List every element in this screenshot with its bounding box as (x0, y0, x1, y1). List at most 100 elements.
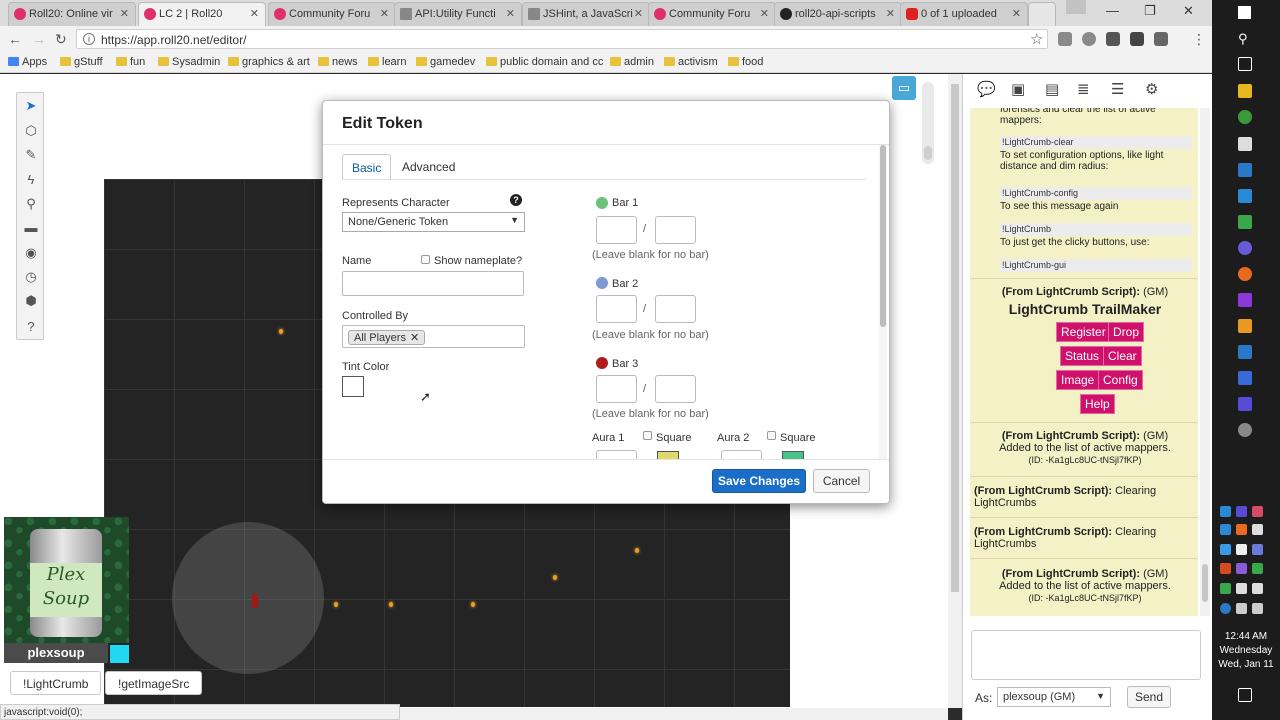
bookmark-apps[interactable]: Apps (8, 56, 47, 68)
player-token[interactable] (252, 594, 258, 608)
bookmark-folder[interactable]: food (728, 56, 763, 68)
s-extension-icon[interactable] (1130, 32, 1144, 46)
chat-input[interactable] (971, 630, 1201, 680)
speak-as-select[interactable]: plexsoup (GM) ▼ (997, 687, 1111, 707)
light-crumb[interactable] (334, 602, 338, 607)
select-pointer-icon[interactable]: ➤ (22, 97, 40, 115)
controlled-by-chip[interactable]: All Players ✕ (348, 330, 426, 345)
bookmark-folder[interactable]: activism (664, 56, 718, 68)
browser-tab[interactable]: Community Foru ✕ (648, 2, 776, 26)
zoom-slider-thumb[interactable] (924, 146, 932, 160)
bar1-color-dot[interactable] (596, 197, 608, 209)
jukebox-list-icon[interactable]: ☰ (1111, 80, 1124, 98)
zoom-slider[interactable] (922, 82, 934, 164)
action-center-icon[interactable] (1238, 688, 1252, 702)
bar1-value-input[interactable] (596, 216, 637, 244)
bookmark-star-icon[interactable]: ☆ (1030, 30, 1043, 48)
tray-icon[interactable] (1236, 506, 1247, 517)
profile-icon[interactable] (1066, 0, 1086, 14)
system-clock[interactable]: 12:44 AM Wednesday Wed, Jan 11 (1212, 630, 1280, 672)
controlled-by-input[interactable]: All Players ✕ (342, 325, 525, 348)
close-icon[interactable]: ✕ (886, 7, 895, 20)
help-icon[interactable]: ? (510, 194, 522, 206)
draw-brush-icon[interactable]: ✎ (22, 146, 40, 164)
close-icon[interactable]: ✕ (760, 7, 769, 20)
menu-icon[interactable]: ⋮ (1192, 31, 1206, 48)
app-icon[interactable] (1238, 189, 1252, 203)
app-icon[interactable] (1238, 345, 1252, 359)
bar2-value-input[interactable] (596, 295, 637, 323)
zoom-icon[interactable]: ⚲ (22, 195, 40, 213)
browser-tab[interactable]: API:Utility Functi ✕ (394, 2, 522, 26)
chrome-icon[interactable] (1238, 110, 1252, 124)
light-crumb[interactable] (389, 602, 393, 607)
browser-tab[interactable]: roll20-api-scripts ✕ (774, 2, 902, 26)
tray-icon[interactable] (1252, 524, 1263, 535)
file-explorer-icon[interactable] (1238, 84, 1252, 98)
scrollbar-thumb[interactable] (951, 84, 959, 592)
app-icon[interactable] (1238, 423, 1252, 437)
macro-button-lightcrumb[interactable]: !LightCrumb (10, 671, 102, 695)
image-button[interactable]: Image (1056, 370, 1100, 390)
extension-icon[interactable] (1058, 32, 1072, 46)
onedrive-icon[interactable] (1220, 544, 1231, 555)
bookmark-folder[interactable]: gStuff (60, 56, 103, 68)
shield-extension-icon[interactable] (1106, 32, 1120, 46)
discord-icon[interactable] (1252, 544, 1263, 555)
macro-button-getimagesrc[interactable]: !getImageSrc (105, 671, 203, 695)
chat-icon[interactable]: 💬 (977, 80, 996, 98)
volume-icon[interactable] (1252, 603, 1263, 614)
app-icon[interactable] (1238, 319, 1252, 333)
close-icon[interactable]: ✕ (250, 7, 259, 20)
tray-icon[interactable] (1252, 506, 1263, 517)
bar2-max-input[interactable] (655, 295, 696, 323)
aura1-square-checkbox[interactable] (643, 431, 652, 440)
bookmark-folder[interactable]: news (318, 56, 358, 68)
tray-icon[interactable] (1220, 524, 1231, 535)
close-icon[interactable]: ✕ (1012, 7, 1021, 20)
aura2-radius-input[interactable] (721, 450, 762, 459)
drop-button[interactable]: Drop (1108, 322, 1145, 342)
bookmark-folder[interactable]: Sysadmin (158, 56, 220, 68)
search-icon[interactable]: ⚲ (1238, 32, 1252, 46)
bookmark-folder[interactable]: admin (610, 56, 654, 68)
restore-icon[interactable]: ❐ (1144, 3, 1156, 19)
register-button[interactable]: Register (1056, 322, 1111, 342)
address-bar[interactable]: i https://app.roll20.net/editor/ (76, 29, 1048, 49)
settings-gear-icon[interactable]: ⚙ (1145, 80, 1158, 98)
page-toolbar-icon[interactable]: ▭ (892, 76, 916, 100)
bookmark-folder[interactable]: public domain and cc (486, 56, 603, 68)
close-icon[interactable]: ✕ (120, 7, 129, 20)
help-icon[interactable]: ? (22, 318, 40, 336)
tray-icon[interactable] (1252, 563, 1263, 574)
fx-lightning-icon[interactable]: ϟ (22, 171, 40, 189)
tray-icon[interactable] (1220, 603, 1231, 614)
journal-icon[interactable]: ▤ (1045, 80, 1059, 98)
browser-tab[interactable]: Roll20: Online vir ✕ (8, 2, 136, 26)
app-icon[interactable] (1238, 163, 1252, 177)
represents-select[interactable]: None/Generic Token ▼ (342, 212, 525, 232)
bookmark-folder[interactable]: graphics & art (228, 56, 310, 68)
clear-button[interactable]: Clear (1103, 346, 1142, 366)
dice-icon[interactable]: ⬢ (22, 292, 40, 310)
config-button[interactable]: Config (1098, 370, 1143, 390)
fog-eye-icon[interactable]: ◉ (22, 244, 40, 262)
send-button[interactable]: Send (1127, 686, 1171, 708)
light-crumb[interactable] (279, 329, 283, 334)
calculator-icon[interactable] (1238, 137, 1252, 151)
art-library-icon[interactable]: ▣ (1011, 80, 1025, 98)
tray-icon[interactable] (1236, 563, 1247, 574)
reload-icon[interactable]: ↻ (55, 31, 67, 48)
cloud-extension-icon[interactable] (1082, 32, 1096, 46)
app-icon[interactable] (1238, 293, 1252, 307)
app-icon[interactable] (1238, 215, 1252, 229)
status-button[interactable]: Status (1060, 346, 1105, 366)
tint-color-swatch[interactable] (342, 376, 364, 397)
network-icon[interactable] (1236, 583, 1247, 594)
scrollbar-thumb[interactable] (1202, 564, 1208, 602)
blender-icon[interactable] (1238, 267, 1252, 281)
new-tab-button[interactable] (1028, 2, 1056, 26)
minimize-icon[interactable]: — (1106, 3, 1119, 18)
aura2-square-checkbox[interactable] (767, 431, 776, 440)
browser-tab[interactable]: 0 of 1 uploaded ✕ (900, 2, 1028, 26)
